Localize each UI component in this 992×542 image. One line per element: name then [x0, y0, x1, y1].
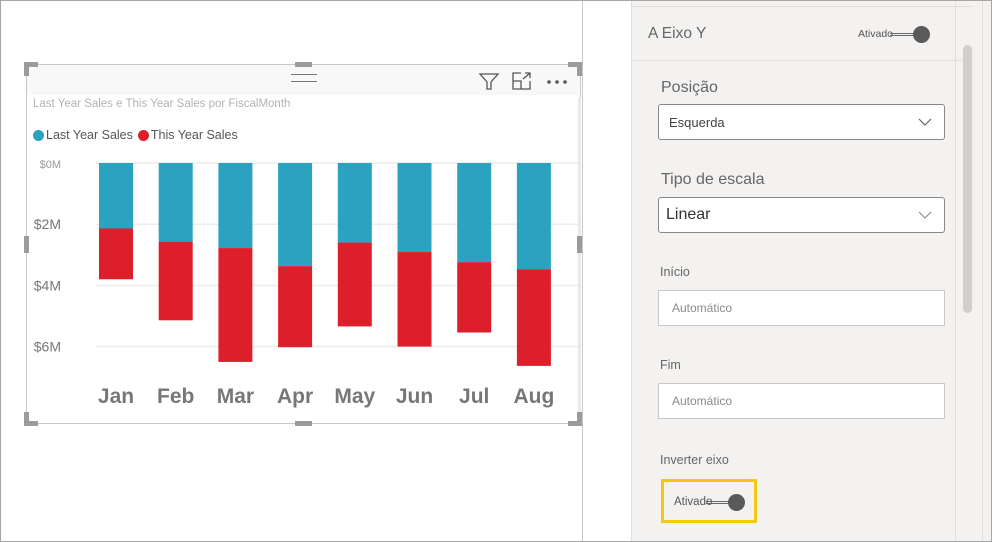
- resize-handle-left[interactable]: [24, 236, 29, 253]
- resize-handle-bottom-right[interactable]: [577, 412, 582, 426]
- bar-last-year[interactable]: [158, 163, 193, 242]
- bar-this-year[interactable]: [457, 262, 492, 333]
- bar-last-year[interactable]: [278, 163, 313, 267]
- canvas-gap: [583, 1, 631, 541]
- pane-right-gutter: [955, 1, 991, 541]
- resize-handle-top-right[interactable]: [577, 62, 582, 76]
- section-title-y-axis[interactable]: A Eixo Y: [648, 25, 706, 43]
- bar-last-year[interactable]: [457, 163, 492, 263]
- start-label: Início: [660, 265, 690, 279]
- resize-handle-top[interactable]: [295, 62, 312, 67]
- pane-scrollbar[interactable]: [963, 45, 972, 313]
- toggle-knob: [728, 494, 745, 511]
- section-separator: [632, 60, 972, 61]
- bar-last-year[interactable]: [218, 163, 253, 249]
- y-axis-toggle[interactable]: Ativado: [856, 25, 936, 45]
- x-tick-label: Mar: [217, 385, 254, 408]
- y-tick-label: $0M: [40, 159, 61, 171]
- end-input-wrapper: [658, 383, 945, 419]
- start-input[interactable]: [659, 291, 944, 325]
- bar-this-year[interactable]: [278, 266, 313, 348]
- y-tick-label: $6M: [34, 339, 61, 355]
- chevron-down-icon: [918, 211, 932, 219]
- visual-scrollbar[interactable]: [578, 97, 581, 422]
- chart-visual[interactable]: Last Year Sales e This Year Sales por Fi…: [26, 64, 581, 424]
- end-input[interactable]: [659, 384, 944, 418]
- bar-this-year[interactable]: [397, 252, 432, 347]
- bar-this-year[interactable]: [218, 248, 253, 362]
- x-tick-label: Jun: [396, 385, 433, 408]
- x-tick-label: Jan: [98, 385, 134, 408]
- toggle-knob: [913, 26, 930, 43]
- invert-axis-toggle[interactable]: Ativado: [672, 493, 752, 513]
- pane-top-separator: [632, 6, 972, 7]
- pane-outer-border: [982, 1, 983, 541]
- bar-last-year[interactable]: [337, 163, 372, 243]
- bar-this-year[interactable]: [99, 228, 133, 280]
- chart-plot: $0M $2M $4M $6M Jan Feb Mar Apr May Jun Jul Aug: [34, 159, 579, 408]
- bar-this-year[interactable]: [516, 269, 551, 366]
- bar-this-year[interactable]: [158, 241, 193, 321]
- position-select[interactable]: Esquerda: [658, 104, 945, 140]
- x-tick-label: Jul: [459, 385, 489, 408]
- bar-last-year[interactable]: [397, 163, 432, 253]
- position-label: Posição: [661, 79, 718, 96]
- scale-type-label: Tipo de escala: [661, 171, 765, 188]
- position-value: Esquerda: [669, 115, 725, 130]
- toggle-label: Ativado: [858, 28, 894, 40]
- chevron-down-icon: [918, 118, 932, 126]
- invert-axis-label: Inverter eixo: [660, 453, 729, 467]
- pane-left-border: [631, 1, 632, 541]
- start-input-wrapper: [658, 290, 945, 326]
- end-label: Fim: [660, 358, 681, 372]
- scale-type-select[interactable]: Linear: [658, 197, 945, 233]
- bar-last-year[interactable]: [516, 163, 551, 270]
- x-tick-label: Feb: [157, 385, 194, 408]
- resize-handle-right[interactable]: [577, 236, 582, 253]
- y-tick-label: $2M: [34, 216, 61, 232]
- scale-type-value: Linear: [666, 206, 711, 223]
- resize-handle-bottom-left[interactable]: [24, 412, 29, 426]
- x-tick-label: May: [334, 385, 375, 408]
- x-tick-label: Apr: [277, 385, 313, 408]
- y-tick-label: $4M: [34, 277, 61, 293]
- resize-handle-bottom[interactable]: [295, 421, 312, 426]
- resize-handle-top-left[interactable]: [24, 62, 29, 76]
- x-tick-label: Aug: [513, 385, 554, 408]
- bar-last-year[interactable]: [99, 163, 133, 229]
- bar-this-year[interactable]: [337, 242, 372, 327]
